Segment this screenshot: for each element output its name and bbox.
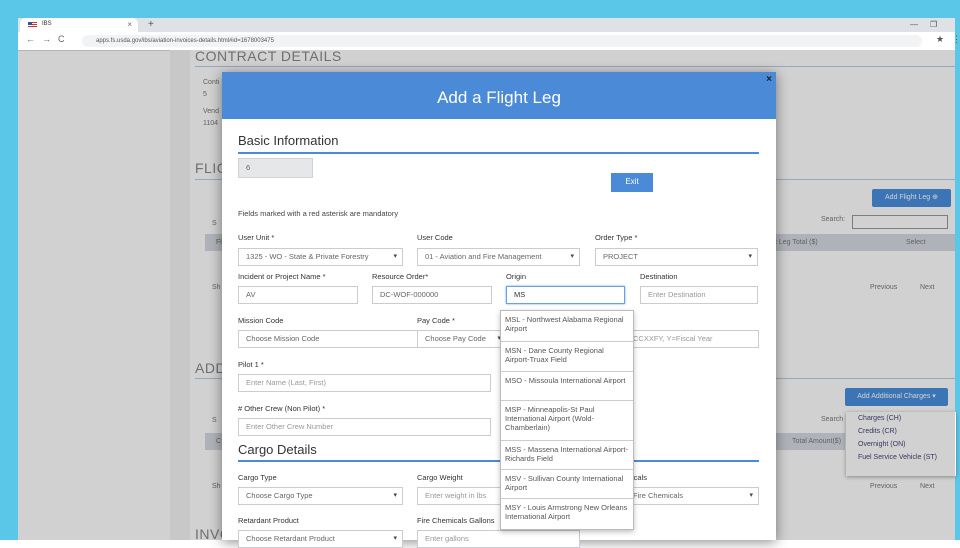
incident-label: Incident or Project Name * — [238, 272, 326, 281]
user-code-select[interactable]: 01 - Aviation and Fire Management — [417, 248, 580, 266]
minimize-icon[interactable]: — — [910, 18, 918, 32]
order-type-select[interactable]: PROJECT — [595, 248, 758, 266]
tab-title: IBS — [42, 21, 52, 27]
cargo-details-heading: Cargo Details — [238, 442, 317, 457]
fire-chemicals-gallons-label: Fire Chemicals Gallons — [417, 516, 495, 525]
pilot-input[interactable]: Enter Name (Last, First) — [238, 374, 491, 392]
back-icon[interactable]: ← — [26, 34, 35, 44]
leg-number-field: 6 — [238, 158, 313, 178]
browser-tab[interactable]: IBS × — [20, 18, 138, 32]
origin-autocomplete-list: MSL - Northwest Alabama Regional Airport… — [500, 310, 634, 530]
modal-header: Add a Flight Leg × — [222, 72, 776, 119]
add-flight-leg-modal: Add a Flight Leg × Basic Information 6 E… — [222, 72, 776, 548]
cargo-type-label: Cargo Type — [238, 473, 277, 482]
order-type-label: Order Type * — [595, 233, 638, 242]
browser-menu-icon[interactable]: ⋮ — [952, 34, 960, 45]
list-item[interactable]: MSL - Northwest Alabama Regional Airport — [501, 311, 633, 342]
retardant-select[interactable]: Choose Retardant Product — [238, 530, 403, 548]
user-unit-select[interactable]: 1325 - WO - State & Private Forestry — [238, 248, 403, 266]
other-crew-label: # Other Crew (Non Pilot) * — [238, 404, 326, 413]
list-item[interactable]: MSP - Minneapolis-St Paul International … — [501, 401, 633, 441]
browser-tab-bar: IBS × + — ❐ — [18, 18, 955, 32]
modal-title: Add a Flight Leg — [437, 88, 561, 107]
pay-code-select[interactable]: Choose Pay Code — [417, 330, 507, 348]
other-crew-input[interactable]: Enter Other Crew Number — [238, 418, 491, 436]
cargo-details-divider — [238, 460, 759, 462]
resource-order-label: Resource Order* — [372, 272, 429, 281]
browser-address-bar: ← → C apps.fs.usda.gov/ibs/aviation-invo… — [18, 32, 960, 51]
mandatory-note: Fields marked with a red asterisk are ma… — [238, 209, 399, 218]
resource-order-input[interactable]: DC-WOF-000000 — [372, 286, 492, 304]
origin-label: Origin — [506, 272, 527, 281]
forward-icon[interactable]: → — [42, 34, 51, 44]
bookmark-star-icon[interactable]: ★ — [936, 34, 944, 45]
mission-code-label: Mission Code — [238, 316, 284, 325]
user-code-label: User Code — [417, 233, 453, 242]
origin-input[interactable]: MS — [506, 286, 625, 304]
screen-frame-top — [0, 0, 960, 18]
fiscal-year-input[interactable]: CCXXFY, Y=Fiscal Year — [625, 330, 759, 348]
incident-input[interactable]: AV — [238, 286, 358, 304]
pilot-label: Pilot 1 * — [238, 360, 264, 369]
fire-chemicals-select[interactable]: Fire Chemicals — [625, 487, 759, 505]
tab-close-icon[interactable]: × — [127, 20, 132, 29]
new-tab-icon[interactable]: + — [148, 18, 154, 32]
url-field[interactable]: apps.fs.usda.gov/ibs/aviation-invoices-d… — [82, 35, 922, 47]
list-item[interactable]: MSO - Missoula International Airport — [501, 372, 633, 401]
destination-label: Destination — [640, 272, 678, 281]
list-item[interactable]: MSV - Sullivan County International Airp… — [501, 470, 633, 499]
cargo-weight-label: Cargo Weight — [417, 473, 463, 482]
cargo-type-select[interactable]: Choose Cargo Type — [238, 487, 403, 505]
list-item[interactable]: MSS - Massena International Airport-Rich… — [501, 441, 633, 470]
destination-input[interactable]: Enter Destination — [640, 286, 758, 304]
basic-information-divider — [238, 152, 759, 154]
fire-chemicals-label: icals — [632, 473, 648, 482]
us-flag-icon — [28, 22, 37, 28]
list-item[interactable]: MSN - Dane County Regional Airport-Truax… — [501, 342, 633, 372]
pay-code-label: Pay Code * — [417, 316, 455, 325]
close-icon[interactable]: × — [766, 74, 772, 85]
reload-icon[interactable]: C — [58, 34, 65, 44]
basic-information-heading: Basic Information — [238, 133, 339, 148]
list-item[interactable]: MSY - Louis Armstrong New Orleans Intern… — [501, 499, 633, 528]
fire-chemicals-gallons-input[interactable]: Enter gallons — [417, 530, 580, 548]
exit-button[interactable]: Exit — [611, 173, 653, 192]
user-unit-label: User Unit * — [238, 233, 275, 242]
maximize-icon[interactable]: ❐ — [930, 18, 937, 32]
retardant-label: Retardant Product — [238, 516, 299, 525]
screen-frame-left — [0, 0, 18, 540]
